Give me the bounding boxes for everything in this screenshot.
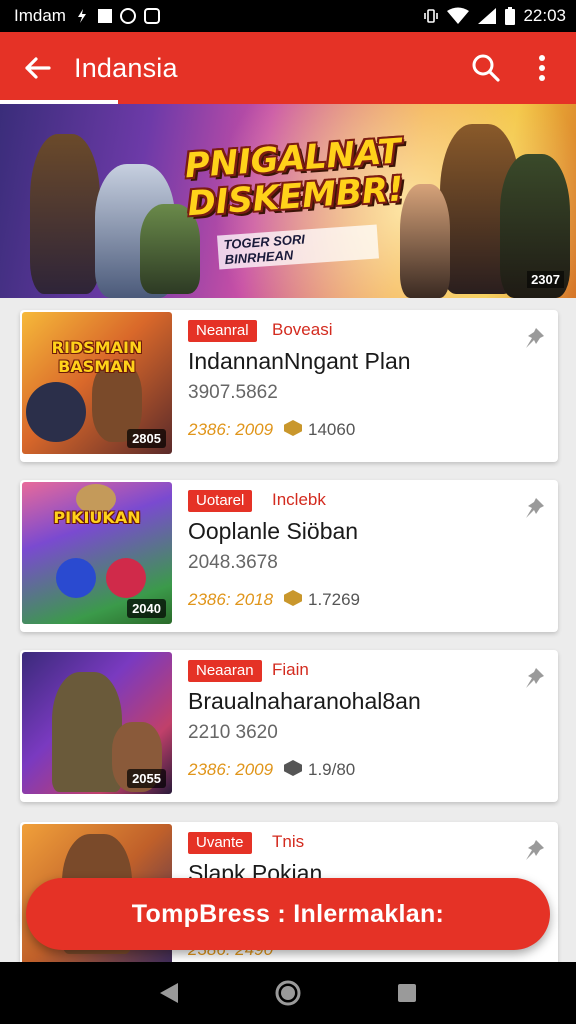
back-arrow-icon (25, 57, 51, 79)
pin-icon[interactable] (522, 838, 546, 862)
item-views: 1.7269 (308, 590, 360, 609)
item-views: 14060 (308, 420, 356, 439)
more-options-button[interactable] (514, 32, 570, 104)
status-right: 22:03 (423, 6, 566, 26)
tag-chip[interactable]: Neanral (188, 320, 257, 342)
bolt-icon (77, 9, 86, 23)
status-left: Imdam (14, 6, 160, 26)
battery-icon (505, 7, 516, 25)
banner-headline: PNIGALNAT DISKEMBR! (184, 131, 405, 224)
recents-square-icon (397, 984, 416, 1002)
banner-corner-number: 2307 (527, 271, 564, 288)
thumbnail: 2055 (22, 652, 172, 794)
item-views: 1.9/80 (308, 760, 356, 779)
tag-chip[interactable]: Neaaran (188, 660, 262, 682)
clock: 22:03 (523, 6, 566, 25)
carrier-label: Imdam (14, 6, 66, 25)
back-triangle-icon (160, 983, 179, 1003)
pin-icon[interactable] (522, 496, 546, 520)
thumbnail: RIDSMAIN BASMAN 2805 (22, 312, 172, 454)
thumb-badge: 2805 (127, 429, 166, 448)
item-title: Braualnaharanohal8an (188, 688, 421, 714)
square-icon (97, 9, 112, 23)
thumb-badge: 2055 (127, 769, 166, 788)
pin-icon[interactable] (522, 666, 546, 690)
circle-icon (119, 8, 136, 24)
item-subtitle: 3907.5862 (188, 382, 278, 403)
page-title: Indansia (74, 52, 178, 83)
search-icon (472, 54, 500, 82)
wifi-icon (447, 7, 470, 24)
system-nav-bar (0, 962, 576, 1024)
app-icon (143, 8, 160, 24)
primary-action-button[interactable]: TompBress : Inlermaklan: (26, 878, 550, 950)
banner-hero-right-3 (400, 184, 450, 298)
coin-icon (284, 760, 302, 776)
thumbnail: PIKIUKAN 2040 (22, 482, 172, 624)
thumb-badge: 2040 (127, 599, 166, 618)
search-button[interactable] (458, 32, 514, 104)
back-button[interactable] (0, 32, 74, 104)
list-item[interactable]: PIKIUKAN 2040 Uotarel Inclebk Ooplanle S… (20, 480, 558, 632)
nav-back-button[interactable] (149, 973, 189, 1013)
coin-icon (284, 420, 302, 436)
thumb-title: PIKIUKAN (53, 508, 141, 527)
banner-hero-left-1 (30, 134, 100, 294)
nav-recents-button[interactable] (387, 973, 427, 1013)
item-date: 2386: 2009 (188, 420, 274, 439)
thumb-title: RIDSMAIN BASMAN (51, 338, 143, 376)
promo-banner[interactable]: PNIGALNAT DISKEMBR! TOGER SORI BINRHEAN … (0, 104, 576, 298)
home-circle-icon (275, 980, 301, 1006)
tag-chip[interactable]: Uvante (188, 832, 252, 854)
coin-icon (284, 590, 302, 606)
thumb-character (52, 672, 122, 792)
vibrate-icon (424, 9, 439, 23)
item-title: IndannanNngant Plan (188, 348, 411, 374)
item-date: 2386: 2009 (188, 760, 274, 779)
item-date: 2386: 2018 (188, 590, 274, 609)
category-label: Fiain (272, 660, 309, 679)
tag-chip[interactable]: Uotarel (188, 490, 253, 512)
thumb-character (56, 558, 96, 598)
category-label: Inclebk (272, 490, 326, 509)
status-bar: Imdam 22:03 (0, 0, 576, 32)
list-item[interactable]: RIDSMAIN BASMAN 2805 Neanral Boveasi Ind… (20, 310, 558, 462)
item-title: Ooplanle Siöban (188, 518, 359, 544)
category-label: Boveasi (272, 320, 333, 339)
signal-icon (478, 8, 497, 24)
item-subtitle: 2048.3678 (188, 552, 278, 573)
item-subtitle: 2210 3620 (188, 722, 278, 743)
more-vert-icon (539, 55, 545, 81)
list-item[interactable]: 2055 Neaaran Fiain Braualnaharanohal8an … (20, 650, 558, 802)
pin-icon[interactable] (522, 326, 546, 350)
thumb-character (106, 558, 146, 598)
thumb-character (26, 382, 86, 442)
app-bar: Indansia (0, 32, 576, 104)
nav-home-button[interactable] (268, 973, 308, 1013)
category-label: Tnis (272, 832, 305, 851)
